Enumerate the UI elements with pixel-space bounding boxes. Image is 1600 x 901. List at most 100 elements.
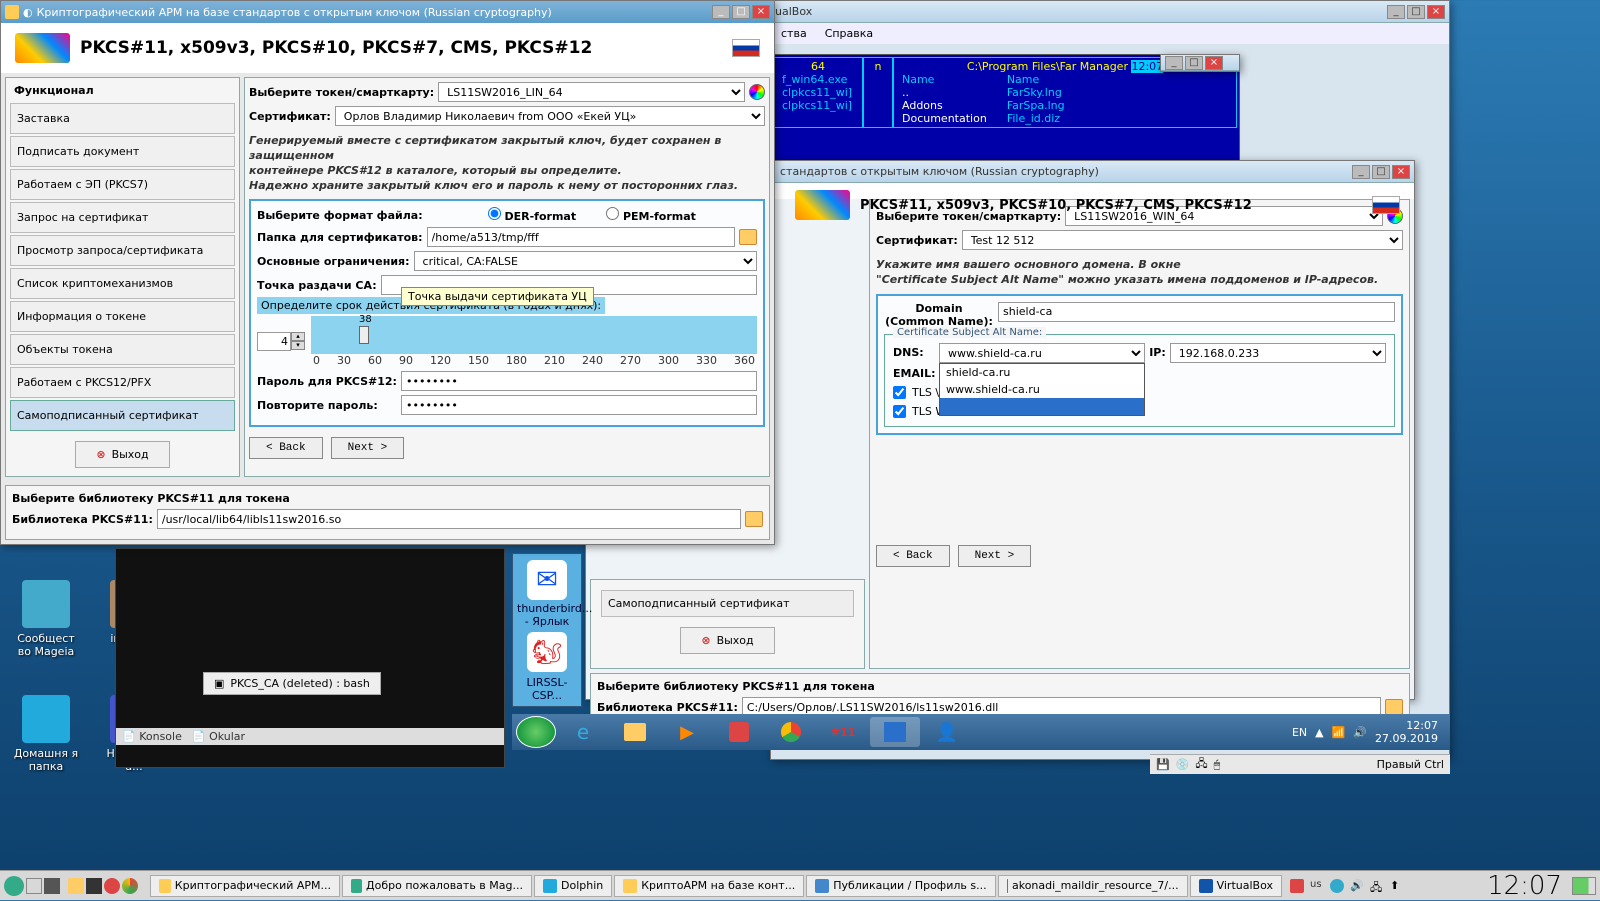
dns-dropdown[interactable]: shield-ca.ru www.shield-ca.ru [939,363,1145,416]
taskbar-active[interactable] [870,717,920,747]
maximize-button[interactable]: □ [732,5,750,19]
vbox-status-icon[interactable]: 💿 [1176,758,1190,771]
dns-option-selected[interactable] [940,398,1144,415]
sidebar-item-active[interactable]: Самоподписанный сертификат [10,400,235,431]
exit-button[interactable]: Выход [680,627,774,654]
titlebar[interactable]: ◐ Криптографический АРМ на базе стандарт… [1,1,774,23]
sidebar-item[interactable]: Работаем с PKCS12/PFX [10,367,235,398]
maximize-button[interactable]: □ [1407,5,1425,19]
folder-input[interactable] [427,227,735,247]
constraints-select[interactable]: critical, CA:FALSE [414,251,757,271]
vbox-status-icon[interactable]: 🖱 [1214,758,1221,772]
maximize-button[interactable]: □ [1372,165,1390,179]
minimize-button[interactable]: _ [712,5,730,19]
battery-icon[interactable] [1572,877,1596,895]
taskbar-task[interactable]: Dolphin [534,875,612,897]
dns-option[interactable]: www.shield-ca.ru [940,381,1144,398]
minimize-button[interactable]: _ [1352,165,1370,179]
sidebar-item[interactable]: Просмотр запроса/сертификата [10,235,235,266]
years-spinner[interactable]: ▴▾ [257,332,305,351]
sidebar-item[interactable]: Работаем с ЭП (PKCS7) [10,169,235,200]
token-select[interactable]: LS11SW2016_LIN_64 [438,82,745,102]
radio-pem[interactable]: PEM-format [606,207,696,223]
win7-taskbar[interactable]: e ▶ #11 👤 EN ▲ 📶 🔊 12:07 27.09.2019 [512,714,1450,750]
quicklaunch[interactable] [68,878,84,894]
ip-select[interactable]: 192.168.0.233 [1170,343,1386,363]
taskbar-ie[interactable]: e [558,717,608,747]
back-button[interactable]: < Back [876,545,950,567]
konsole-window[interactable]: 📄 Konsole 📄 Okular [115,548,505,768]
minimize-button[interactable]: _ [1387,5,1405,19]
sidebar-item[interactable]: Заставка [10,103,235,134]
tray-network-icon[interactable]: 🖧 [1370,879,1384,893]
cert-select[interactable]: Test 12 512 [962,230,1403,250]
tray-icon[interactable] [1330,879,1344,893]
spin-down[interactable]: ▾ [291,341,305,350]
menu-item[interactable]: Справка [825,27,873,40]
show-desktop[interactable] [26,878,42,894]
tray-updates-icon[interactable]: ⬆ [1390,879,1404,893]
dns-option[interactable]: shield-ca.ru [940,364,1144,381]
taskbar-task[interactable]: КриптоАРМ на базе конт... [614,875,804,897]
tls-server-checkbox[interactable] [893,386,906,399]
years-input[interactable] [257,332,291,351]
pager[interactable] [44,878,60,894]
slider-thumb[interactable] [359,326,369,344]
close-button[interactable]: × [1392,165,1410,179]
tray-network-icon[interactable]: 📶 [1332,726,1346,739]
sidebar-item[interactable]: Информация о токене [10,301,235,332]
vbox-status-icon[interactable]: 🖧 [1195,755,1207,774]
quicklaunch[interactable] [122,878,138,894]
thunderbird-shortcut[interactable]: ✉ thunderbird... - Ярлык 🐿 LIRSSL-CSP... [512,553,582,707]
next-button[interactable]: Next > [331,437,405,459]
taskbar-chrome[interactable] [766,717,816,747]
taskbar-task[interactable]: Криптографический АРМ... [150,875,340,897]
tray-sound-icon[interactable]: 🔊 [1353,726,1367,739]
sidebar-item[interactable]: Объекты токена [10,334,235,365]
back-button[interactable]: < Back [249,437,323,459]
pass2-input[interactable] [401,395,757,415]
tls-client-checkbox[interactable] [893,405,906,418]
desktop-icon[interactable]: Домашня я папка [10,695,82,773]
system-tray[interactable]: us 🔊 🖧 ⬆ [1284,879,1410,893]
lib-input[interactable] [157,509,741,529]
okular-tab[interactable]: 📄 Okular [192,730,245,743]
linux-taskbar[interactable]: Криптографический АРМ... Добро пожаловат… [0,870,1600,900]
vbox-status-icon[interactable]: 💾 [1156,758,1170,771]
terminal-tab[interactable]: ▣ PKCS_CA (deleted) : bash [203,672,381,695]
spin-up[interactable]: ▴ [291,332,305,341]
tray-icon[interactable] [1290,879,1304,893]
cert-select[interactable]: Орлов Владимир Николаевич from ООО «Екей… [335,106,765,126]
start-menu[interactable] [4,876,24,896]
taskbar-explorer[interactable] [610,717,660,747]
taskbar-app2[interactable]: 👤 [922,717,972,747]
taskbar-p11[interactable]: #11 [818,717,868,747]
dns-select[interactable]: www.shield-ca.ru [939,343,1145,363]
sidebar-item[interactable]: Подписать документ [10,136,235,167]
konsole-tab[interactable]: 📄 Konsole [122,730,182,743]
color-picker-icon[interactable] [749,84,765,100]
kb-layout[interactable]: us [1310,879,1324,893]
taskbar-task[interactable]: Публикации / Профиль s... [806,875,995,897]
vbox-titlebar[interactable]: ualBox _□× [771,1,1449,23]
pass1-input[interactable] [401,371,757,391]
sidebar-item[interactable]: Запрос на сертификат [10,202,235,233]
taskbar-app[interactable] [714,717,764,747]
menu-item[interactable]: ства [781,27,807,40]
days-slider[interactable]: 38 [311,316,757,354]
taskbar-task[interactable]: akonadi_maildir_resource_7/... [998,875,1188,897]
radio-der[interactable]: DER-format [488,207,576,223]
next-button[interactable]: Next > [958,545,1032,567]
tray-flag-icon[interactable]: ▲ [1315,726,1323,739]
folder-icon[interactable] [745,511,763,527]
quicklaunch[interactable] [86,878,102,894]
desktop-icon[interactable]: Сообщест во Mageia [10,580,82,658]
taskbar-task[interactable]: Добро пожаловать в Mag... [342,875,532,897]
close-button[interactable]: × [1427,5,1445,19]
tray-sound-icon[interactable]: 🔊 [1350,879,1364,893]
exit-button[interactable]: Выход [75,441,169,468]
clock[interactable]: 12:07 [1479,871,1570,901]
taskbar-task[interactable]: VirtualBox [1190,875,1282,897]
taskbar-wmp[interactable]: ▶ [662,717,712,747]
quicklaunch[interactable] [104,878,120,894]
